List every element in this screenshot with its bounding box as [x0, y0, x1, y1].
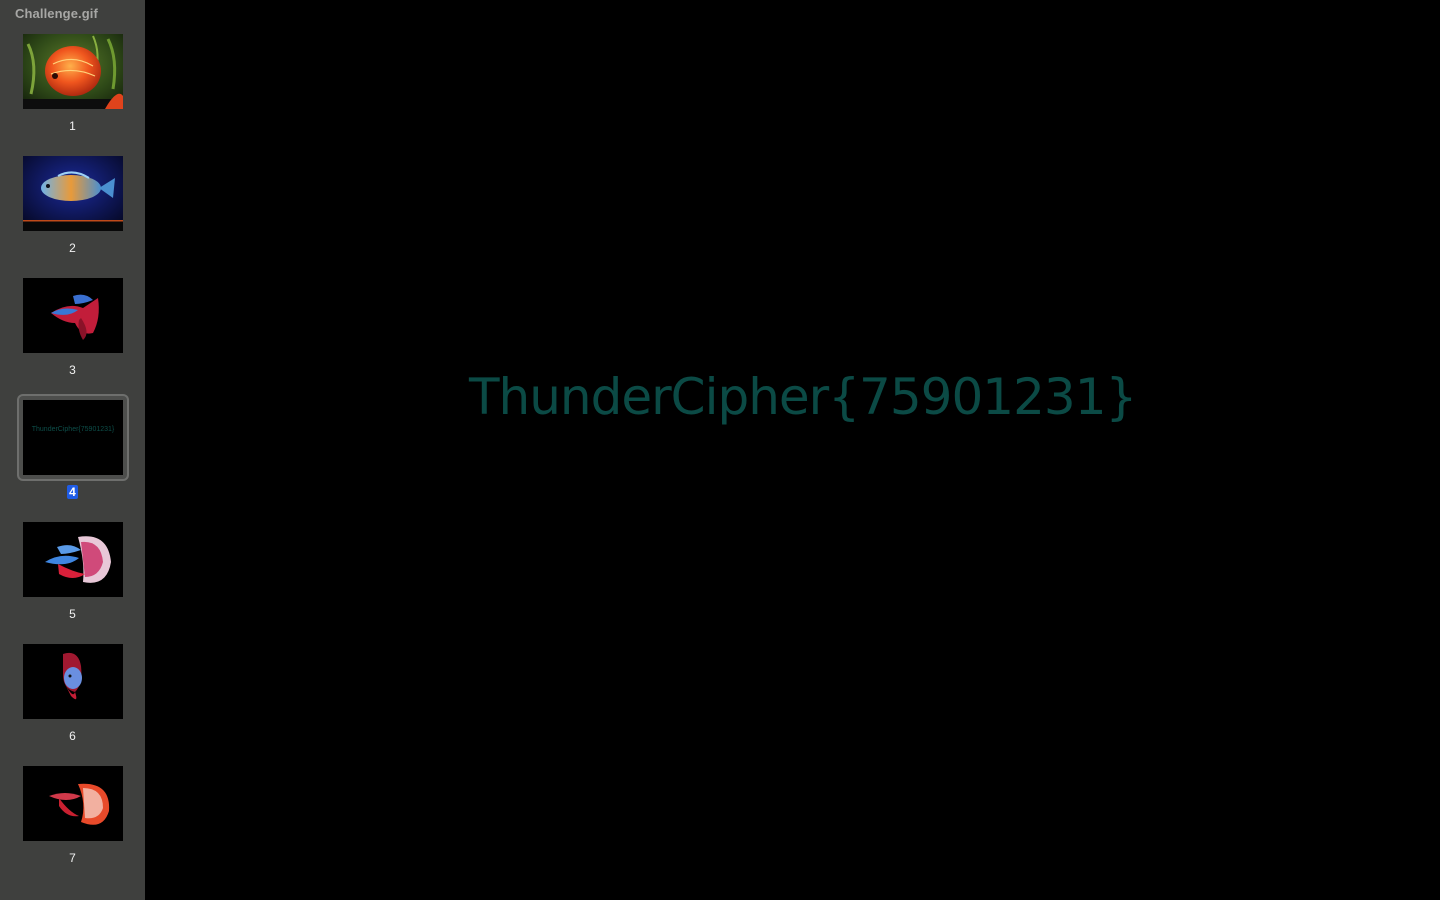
betta-fish-image	[23, 766, 123, 841]
thumbnail-page-number: 5	[69, 607, 76, 621]
frame-viewer[interactable]: ThunderCipher{75901231}	[145, 0, 1440, 900]
thumbnail-sidebar[interactable]: Challenge.gif 1 2 3 ThunderCipher{759012…	[0, 0, 145, 900]
thumbnail-frame-2[interactable]: 2	[0, 156, 145, 278]
betta-fish-image	[23, 278, 123, 353]
thumbnail-page-number: 2	[69, 241, 76, 255]
thumbnail-frame-3[interactable]: 3	[0, 278, 145, 400]
discus-fish-image	[23, 34, 123, 109]
text-frame-image: ThunderCipher{75901231}	[23, 400, 123, 475]
thumbnail-page-number: 7	[69, 851, 76, 865]
thumbnail-page-number: 1	[69, 119, 76, 133]
frame-text: ThunderCipher{75901231}	[469, 368, 1137, 426]
thumbnail-frame-5[interactable]: 5	[0, 522, 145, 644]
betta-fish-image	[23, 644, 123, 719]
preview-window: Challenge.gif 1 2 3 ThunderCipher{759012…	[0, 0, 1440, 900]
thumbnail-frame-4[interactable]: ThunderCipher{75901231} 4	[0, 394, 145, 522]
oscar-fish-image	[23, 156, 123, 231]
thumbnail-caption: ThunderCipher{75901231}	[31, 426, 115, 433]
thumbnail-frame-6[interactable]: 6	[0, 644, 145, 766]
thumbnail-frame-7[interactable]: 7	[0, 766, 145, 888]
thumbnail-frame-1[interactable]: 1	[0, 34, 145, 156]
thumbnail-page-number: 6	[69, 729, 76, 743]
thumbnail-page-number: 3	[69, 363, 76, 377]
document-title: Challenge.gif	[15, 6, 98, 21]
thumbnail-page-number: 4	[67, 485, 78, 499]
betta-fish-image	[23, 522, 123, 597]
